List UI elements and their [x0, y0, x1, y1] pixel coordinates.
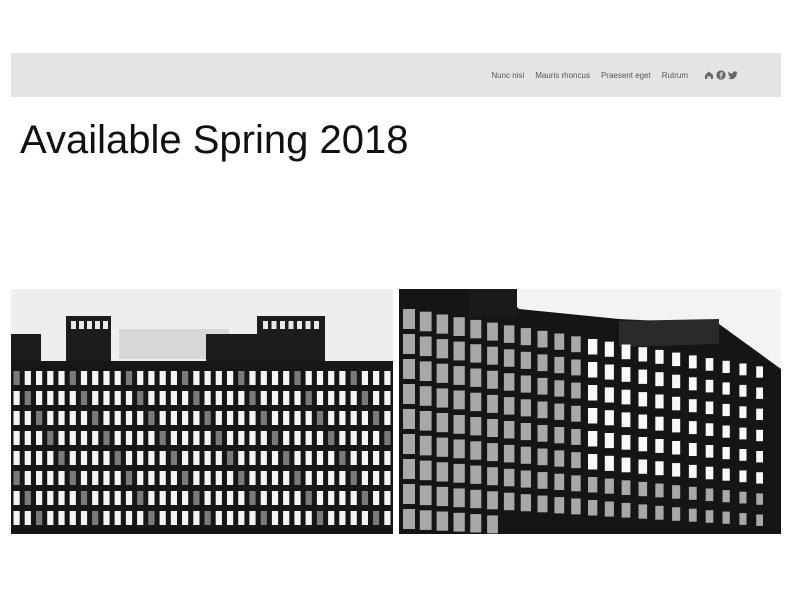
page: Nunc nisi Mauris rhoncus Praesent eget R…	[0, 0, 792, 612]
building-photo-right	[399, 289, 781, 534]
building-photo-left	[11, 289, 393, 534]
building-photo-right-image	[399, 289, 781, 534]
twitter-icon[interactable]	[728, 70, 738, 80]
nav-links: Nunc nisi Mauris rhoncus Praesent eget R…	[491, 53, 738, 97]
top-navbar: Nunc nisi Mauris rhoncus Praesent eget R…	[11, 53, 781, 97]
nav-link-rutrum[interactable]: Rutrum	[662, 71, 688, 80]
facebook-icon[interactable]	[716, 70, 726, 80]
houzz-icon[interactable]	[704, 70, 714, 80]
nav-link-nunc-nisi[interactable]: Nunc nisi	[491, 71, 524, 80]
nav-link-praesent-eget[interactable]: Praesent eget	[601, 71, 651, 80]
building-photo-left-image	[11, 289, 393, 534]
page-headline: Available Spring 2018	[20, 118, 409, 162]
nav-link-mauris-rhoncus[interactable]: Mauris rhoncus	[535, 71, 590, 80]
social-icons	[704, 70, 738, 80]
